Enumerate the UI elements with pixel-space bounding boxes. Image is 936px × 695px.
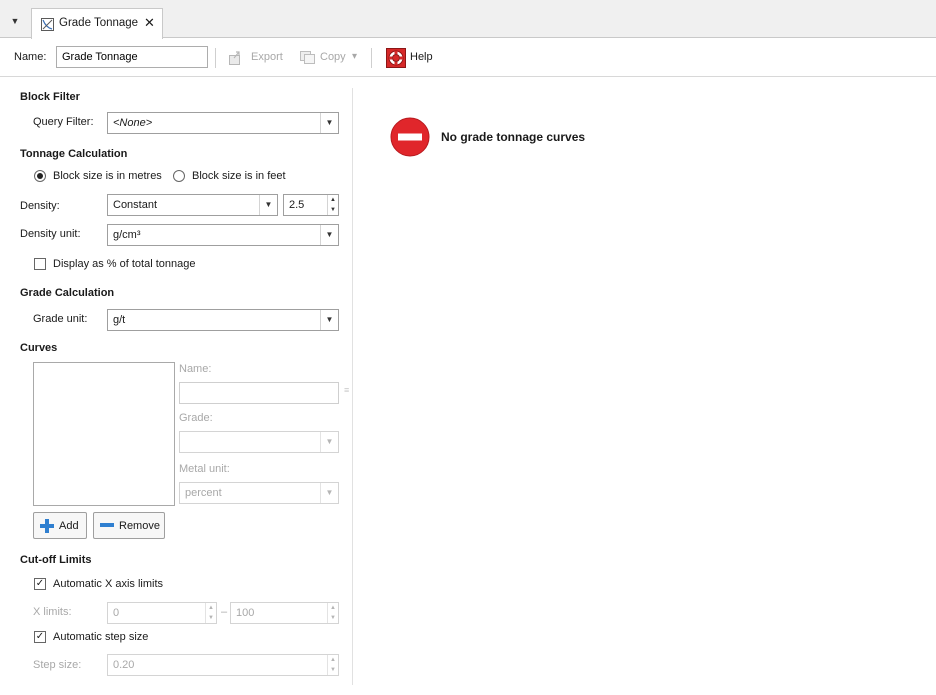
stepper-arrows-icon[interactable]: ▲ ▼: [327, 603, 338, 623]
no-entry-icon: [390, 117, 430, 157]
auto-x-limits-checkbox[interactable]: ✓: [34, 578, 46, 590]
density-value-stepper[interactable]: 2.5 ▲ ▼: [283, 194, 339, 216]
chevron-down-icon: ▼: [320, 225, 338, 245]
density-mode-select[interactable]: Constant ▼: [107, 194, 278, 216]
density-unit-label: Density unit:: [20, 228, 81, 240]
auto-step-size-checkbox[interactable]: ✓: [34, 631, 46, 643]
x-limits-label: X limits:: [33, 606, 72, 618]
block-filter-heading: Block Filter: [20, 91, 80, 103]
toolbar-separator: [215, 48, 216, 68]
x-max-value: 100: [236, 607, 255, 619]
x-min-stepper[interactable]: 0 ▲ ▼: [107, 602, 217, 624]
chevron-down-icon: ▼: [320, 483, 338, 503]
density-unit-value: g/cm³: [113, 229, 141, 241]
chevron-down-icon: ▼: [320, 310, 338, 330]
remove-curve-button[interactable]: Remove: [93, 512, 165, 539]
stepper-arrows-icon[interactable]: ▲ ▼: [205, 603, 216, 623]
grade-unit-select[interactable]: g/t ▼: [107, 309, 339, 331]
block-size-metres-label: Block size is in metres: [53, 170, 162, 182]
display-pct-label: Display as % of total tonnage: [53, 258, 196, 270]
step-size-stepper[interactable]: 0.20 ▲ ▼: [107, 654, 339, 676]
stepper-arrows-icon[interactable]: ▲ ▼: [327, 655, 338, 675]
chevron-down-icon: ▼: [259, 195, 277, 215]
copy-icon: [300, 51, 315, 64]
x-limits-separator: –: [221, 606, 228, 618]
curve-name-input[interactable]: [179, 382, 339, 404]
minus-icon: [100, 523, 114, 527]
grade-unit-value: g/t: [113, 314, 126, 326]
resize-grip-icon: ≡: [344, 385, 350, 395]
toolbar: Name: Export Copy ▾ Help: [0, 39, 936, 77]
step-size-label: Step size:: [33, 659, 82, 671]
grade-calculation-heading: Grade Calculation: [20, 287, 115, 299]
metal-unit-label: Metal unit:: [179, 463, 230, 475]
chevron-down-icon[interactable]: ▾: [352, 51, 357, 62]
tab-strip: ▼ Grade Tonnage ✕: [0, 0, 936, 39]
display-pct-checkbox[interactable]: [34, 258, 46, 270]
block-size-feet-label: Block size is in feet: [192, 170, 286, 182]
auto-step-size-label: Automatic step size: [53, 631, 149, 643]
toolbar-separator: [371, 48, 372, 68]
metal-unit-select[interactable]: percent ▼: [179, 482, 339, 504]
export-button[interactable]: Export: [251, 51, 283, 63]
plus-icon: [40, 519, 54, 533]
remove-label: Remove: [119, 520, 160, 532]
curve-grade-select[interactable]: ▼: [179, 431, 339, 453]
tonnage-calculation-heading: Tonnage Calculation: [20, 148, 128, 160]
auto-x-limits-label: Automatic X axis limits: [53, 578, 164, 590]
density-label: Density:: [20, 200, 60, 212]
help-button[interactable]: Help: [410, 51, 433, 63]
panel-divider[interactable]: [352, 88, 353, 685]
metal-unit-value: percent: [185, 487, 222, 499]
stepper-arrows-icon[interactable]: ▲ ▼: [327, 195, 338, 215]
tab-title: Grade Tonnage: [59, 17, 139, 29]
radio-block-size-metres[interactable]: [34, 170, 46, 182]
curves-list[interactable]: [33, 362, 175, 506]
step-size-value: 0.20: [113, 659, 135, 671]
empty-state-message: No grade tonnage curves: [441, 130, 586, 144]
curves-heading: Curves: [20, 342, 58, 354]
settings-panel: Block Filter Query Filter: <None> ▼ Tonn…: [0, 78, 352, 695]
name-label: Name:: [14, 51, 47, 63]
copy-button[interactable]: Copy: [320, 51, 346, 63]
x-max-stepper[interactable]: 100 ▲ ▼: [230, 602, 339, 624]
tab-grade-tonnage[interactable]: Grade Tonnage ✕: [31, 8, 163, 39]
tab-menu-chevron-icon[interactable]: ▼: [8, 14, 22, 28]
grade-unit-label: Grade unit:: [33, 313, 88, 325]
curve-name-label: Name:: [179, 363, 212, 375]
query-filter-select[interactable]: <None> ▼: [107, 112, 339, 134]
density-value: 2.5: [289, 199, 305, 211]
help-lifebuoy-icon: [386, 48, 406, 68]
chevron-down-icon: ▼: [320, 432, 338, 452]
x-min-value: 0: [113, 607, 120, 619]
add-curve-button[interactable]: Add: [33, 512, 87, 539]
query-filter-value: <None>: [113, 117, 153, 129]
density-unit-select[interactable]: g/cm³ ▼: [107, 224, 339, 246]
radio-block-size-feet[interactable]: [173, 170, 185, 182]
density-mode-value: Constant: [113, 199, 158, 211]
export-icon: [229, 51, 240, 65]
close-icon[interactable]: ✕: [144, 15, 155, 31]
name-input[interactable]: [56, 46, 208, 68]
chevron-down-icon: ▼: [320, 113, 338, 133]
cutoff-limits-heading: Cut-off Limits: [20, 554, 92, 566]
add-label: Add: [59, 520, 79, 532]
grade-tonnage-chart-icon: [41, 18, 54, 31]
query-filter-label: Query Filter:: [33, 116, 94, 128]
curve-grade-label: Grade:: [179, 412, 213, 424]
